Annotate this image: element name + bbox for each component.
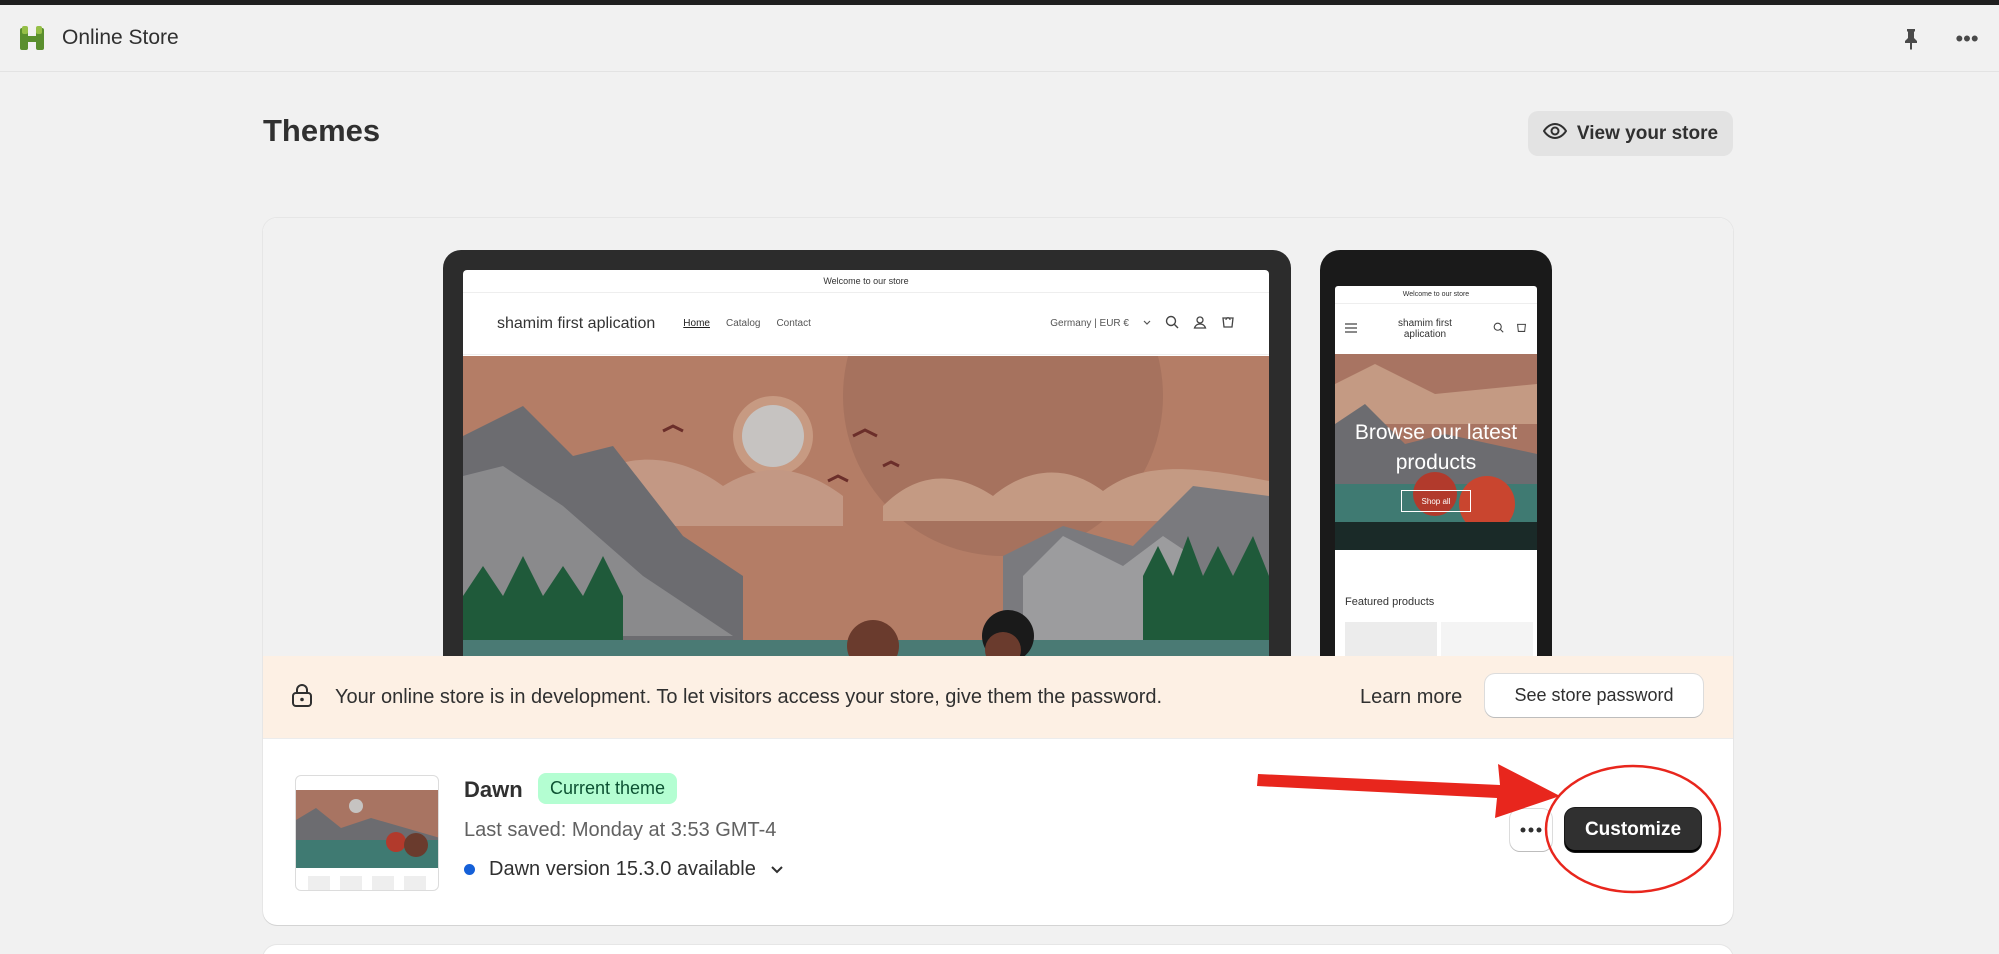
desktop-nav-home: Home	[683, 318, 710, 329]
learn-more-link[interactable]: Learn more	[1360, 676, 1462, 718]
theme-name: Dawn	[464, 777, 523, 802]
pin-icon[interactable]	[1897, 25, 1925, 53]
cart-icon	[1516, 322, 1527, 336]
mobile-store-header: shamim first aplication	[1335, 304, 1537, 354]
desktop-nav-contact: Contact	[776, 318, 811, 329]
status-dot	[464, 864, 475, 875]
more-horizontal-icon	[1520, 827, 1542, 833]
eye-icon	[1542, 119, 1568, 149]
mobile-featured-heading: Featured products	[1345, 596, 1435, 608]
cart-icon	[1221, 315, 1235, 332]
theme-actions-button[interactable]	[1510, 809, 1552, 851]
page-title: Themes	[263, 113, 381, 148]
last-saved-text: Last saved: Monday at 3:53 GMT-4	[464, 819, 777, 841]
desktop-store-nav: Home Catalog Contact	[683, 318, 811, 329]
mobile-product-card	[1345, 622, 1437, 656]
theme-preview: Welcome to our store shamim first aplica…	[263, 218, 1733, 656]
theme-version-dropdown[interactable]: Dawn version 15.3.0 available	[464, 858, 784, 881]
theme-version-label: Dawn version 15.3.0 available	[489, 858, 756, 880]
mobile-hero-heading-line-2: products	[1395, 451, 1477, 474]
current-theme-badge: Current theme	[538, 773, 678, 804]
account-icon	[1193, 315, 1207, 332]
more-horizontal-icon[interactable]: •••	[1953, 25, 1981, 53]
desktop-announcement-bar: Welcome to our store	[463, 270, 1269, 293]
app-title: Online Store	[62, 26, 179, 49]
desktop-store-header: shamim first aplication Home Catalog Con…	[463, 293, 1269, 355]
mobile-brand-line-1: shamim first	[1398, 318, 1452, 329]
mobile-hero-heading-line-1: Browse our latest	[1354, 421, 1518, 444]
theme-library-card	[263, 945, 1733, 954]
see-store-password-button[interactable]: See store password	[1485, 674, 1703, 717]
development-message: Your online store is in development. To …	[335, 685, 1163, 708]
development-banner: Your online store is in development. To …	[263, 656, 1733, 738]
view-your-store-label: View your store	[1576, 122, 1719, 144]
desktop-store-brand: shamim first aplication	[497, 314, 656, 332]
desktop-locale-selector: Germany | EUR €	[1050, 318, 1129, 329]
mobile-shop-all-button: Shop all	[1401, 490, 1471, 512]
search-icon	[1165, 315, 1179, 332]
mobile-store-brand: shamim first aplication	[1398, 318, 1452, 340]
search-icon	[1493, 322, 1504, 336]
desktop-nav-catalog: Catalog	[725, 318, 761, 329]
chevron-down-icon	[1143, 318, 1151, 329]
shopify-app-icon	[18, 24, 46, 52]
app-header: Online Store •••	[0, 5, 1999, 72]
chevron-down-icon	[770, 865, 784, 875]
view-your-store-button[interactable]: View your store	[1528, 111, 1733, 156]
mobile-hero: Browse our latest products Shop all	[1335, 354, 1537, 550]
customize-button[interactable]: Customize	[1565, 808, 1701, 852]
current-theme-row: Dawn Current theme Last saved: Monday at…	[263, 738, 1733, 925]
mobile-product-card	[1441, 622, 1533, 656]
theme-card: Welcome to our store shamim first aplica…	[263, 218, 1733, 925]
mobile-preview: Welcome to our store shamim first aplica…	[1320, 250, 1552, 656]
mobile-brand-line-2: aplication	[1403, 329, 1447, 340]
menu-icon	[1345, 322, 1357, 336]
mobile-announcement-bar: Welcome to our store	[1335, 286, 1537, 304]
lock-icon	[291, 683, 313, 712]
desktop-preview: Welcome to our store shamim first aplica…	[443, 250, 1291, 656]
theme-thumbnail[interactable]	[295, 775, 439, 891]
desktop-hero-illustration	[463, 356, 1269, 656]
